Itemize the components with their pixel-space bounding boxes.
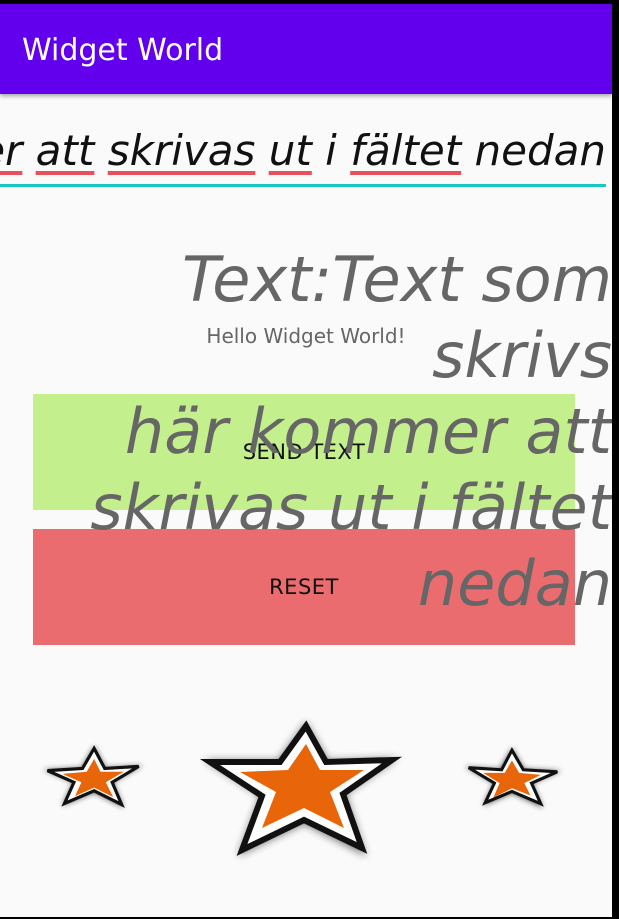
text-input-value[interactable]: er att skrivas ut i fältet nedan bbox=[0, 126, 606, 176]
app-bar: Widget World bbox=[0, 4, 612, 94]
display-text: Text:Text som skrivs här kommer att skri… bbox=[90, 243, 612, 620]
hello-text: Hello Widget World! bbox=[206, 324, 406, 348]
input-word: skrivas bbox=[107, 126, 256, 175]
input-word: nedan bbox=[474, 126, 606, 175]
input-word: ut bbox=[268, 126, 312, 175]
input-underline bbox=[0, 184, 606, 187]
input-word: fältet bbox=[350, 126, 462, 175]
input-space bbox=[312, 126, 325, 175]
star-small-icon[interactable] bbox=[462, 744, 566, 812]
app-screen: Widget World er att skrivas ut i fältet … bbox=[0, 4, 612, 917]
input-word: er bbox=[0, 126, 23, 175]
app-title: Widget World bbox=[22, 33, 224, 68]
input-space bbox=[255, 126, 268, 175]
star-large-icon[interactable] bbox=[198, 716, 408, 866]
input-word: i bbox=[325, 126, 337, 175]
text-input-field[interactable]: er att skrivas ut i fältet nedan bbox=[0, 110, 612, 188]
star-small-icon[interactable] bbox=[38, 742, 146, 812]
input-space bbox=[22, 126, 35, 175]
input-space bbox=[94, 126, 107, 175]
input-space bbox=[337, 126, 350, 175]
input-word: att bbox=[35, 126, 95, 175]
input-space bbox=[461, 126, 474, 175]
